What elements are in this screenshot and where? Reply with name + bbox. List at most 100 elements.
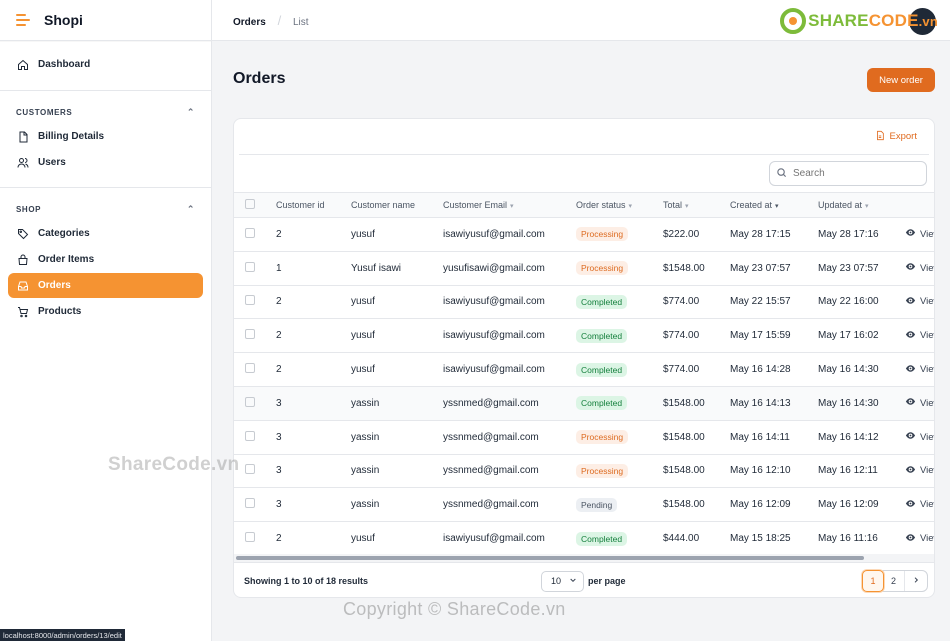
cell-updated-at: May 16 14:12	[818, 431, 879, 443]
view-button[interactable]: View	[905, 363, 934, 377]
table-row[interactable]: 3 yassin yssnmed@gmail.com Processing $1548.…	[234, 420, 934, 455]
column-header-order-status[interactable]: Order status ▾	[576, 193, 663, 218]
breadcrumb-orders-link[interactable]: Orders	[233, 17, 266, 28]
page-button-1[interactable]: 1	[862, 570, 884, 592]
view-button[interactable]: View	[905, 227, 934, 241]
cell-customer-id: 2	[276, 228, 282, 240]
row-checkbox[interactable]	[245, 227, 255, 238]
group-shop-header[interactable]: SHOP ⌃	[8, 197, 203, 221]
column-header-created-at[interactable]: Created at ▾	[730, 193, 818, 218]
sidebar-item-label: Order Items	[38, 254, 95, 265]
breadcrumb: Orders / List	[233, 13, 309, 28]
sidebar-item-products[interactable]: Products	[8, 299, 203, 324]
row-checkbox[interactable]	[245, 363, 255, 374]
export-label: Export	[889, 131, 917, 142]
cell-customer-name: yusuf	[351, 228, 375, 240]
pagination: 1 2	[862, 570, 928, 592]
column-header-updated-at[interactable]: Updated at ▾	[818, 193, 905, 218]
sidebar-item-users[interactable]: Users	[8, 150, 203, 175]
table-row[interactable]: 2 yusuf isawiyusuf@gmail.com Completed $774.…	[234, 353, 934, 387]
table-row[interactable]: 1 Yusuf isawi yusufisawi@gmail.com Processi…	[234, 251, 934, 286]
horizontal-scrollbar[interactable]	[234, 554, 934, 562]
row-checkbox[interactable]	[245, 464, 255, 475]
view-button[interactable]: View	[905, 295, 934, 309]
search-icon	[776, 167, 787, 181]
cell-customer-name: yusuf	[351, 533, 375, 545]
users-icon	[16, 156, 29, 169]
status-badge: Completed	[576, 328, 628, 343]
eye-icon	[905, 363, 916, 377]
cell-customer-id: 2	[276, 330, 282, 342]
row-checkbox[interactable]	[245, 430, 255, 441]
per-page-value: 10	[551, 576, 562, 586]
sidebar: Shopi Dashboard CUSTOMERS ⌃ Billing Deta…	[0, 0, 212, 641]
app-title[interactable]: Shopi	[44, 12, 83, 28]
next-page-button[interactable]	[905, 571, 927, 591]
eye-icon	[905, 396, 916, 410]
chevron-right-icon	[912, 576, 920, 586]
cell-created-at: May 16 12:10	[730, 465, 791, 477]
sidebar-item-billing-details[interactable]: Billing Details	[8, 124, 203, 149]
table-row[interactable]: 2 yusuf isawiyusuf@gmail.com Processing $222…	[234, 218, 934, 252]
group-label: CUSTOMERS	[16, 107, 73, 117]
group-customers-header[interactable]: CUSTOMERS ⌃	[8, 100, 203, 124]
collapse-menu-icon[interactable]	[16, 14, 30, 26]
cell-customer-email: yssnmed@gmail.com	[443, 397, 539, 409]
cell-total: $1548.00	[663, 397, 705, 409]
row-checkbox[interactable]	[245, 532, 255, 543]
row-checkbox[interactable]	[245, 329, 255, 340]
sort-icon: ▾	[510, 203, 514, 210]
search-input[interactable]	[793, 168, 913, 179]
sidebar-item-label: Users	[38, 157, 66, 168]
cell-customer-email: isawiyusuf@gmail.com	[443, 533, 545, 545]
cell-customer-id: 2	[276, 296, 282, 308]
per-page-select[interactable]: 10	[541, 570, 584, 592]
new-order-button[interactable]: New order	[867, 68, 935, 92]
row-checkbox[interactable]	[245, 396, 255, 407]
table-row[interactable]: 3 yassin yssnmed@gmail.com Pending $1548.00 M…	[234, 488, 934, 522]
page-button-2[interactable]: 2	[883, 571, 905, 591]
watermark-logo-text-a: SHARE	[808, 11, 869, 30]
view-button[interactable]: View	[905, 261, 934, 275]
cell-customer-name: yusuf	[351, 364, 375, 376]
table-row[interactable]: 2 yusuf isawiyusuf@gmail.com Completed $444.…	[234, 522, 934, 556]
chevron-down-icon	[569, 576, 577, 586]
cell-customer-name: yusuf	[351, 296, 375, 308]
orders-table-card: Export Customer id Customer name Custome…	[233, 118, 935, 598]
sidebar-item-categories[interactable]: Categories	[8, 221, 203, 246]
cell-updated-at: May 22 16:00	[818, 296, 879, 308]
breadcrumb-separator: /	[277, 12, 282, 28]
table-footer: Showing 1 to 10 of 18 results 10 per pag…	[234, 562, 934, 597]
sidebar-item-dashboard[interactable]: Dashboard	[8, 52, 203, 77]
view-button[interactable]: View	[905, 532, 934, 546]
row-checkbox[interactable]	[245, 261, 255, 272]
table-row[interactable]: 3 yassin yssnmed@gmail.com Processing $1548.…	[234, 454, 934, 488]
table-row[interactable]: 2 yusuf isawiyusuf@gmail.com Completed $774.…	[234, 319, 934, 353]
row-checkbox[interactable]	[245, 498, 255, 509]
browser-status-url: localhost:8000/admin/orders/13/edit	[0, 629, 125, 641]
table-row[interactable]: 3 yassin yssnmed@gmail.com Completed $1548.0…	[234, 386, 934, 421]
column-header-customer-name[interactable]: Customer name	[351, 193, 443, 218]
scrollbar-thumb[interactable]	[236, 556, 864, 560]
column-header-customer-email[interactable]: Customer Email ▾	[443, 193, 576, 218]
status-badge: Processing	[576, 430, 629, 445]
column-header-total[interactable]: Total ▾	[663, 193, 730, 218]
table-row[interactable]: 2 yusuf isawiyusuf@gmail.com Completed $774.…	[234, 285, 934, 319]
cell-customer-email: yssnmed@gmail.com	[443, 465, 539, 477]
view-button[interactable]: View	[905, 430, 934, 444]
row-checkbox[interactable]	[245, 295, 255, 306]
sidebar-item-label: Products	[38, 306, 82, 317]
column-header-customer-id[interactable]: Customer id	[276, 193, 351, 218]
export-button[interactable]: Export	[875, 130, 917, 144]
sidebar-item-order-items[interactable]: Order Items	[8, 247, 203, 272]
cell-total: $1548.00	[663, 465, 705, 477]
sidebar-item-orders[interactable]: Orders	[8, 273, 203, 298]
view-button[interactable]: View	[905, 329, 934, 343]
cell-customer-name: yusuf	[351, 330, 375, 342]
view-button[interactable]: View	[905, 396, 934, 410]
view-button[interactable]: View	[905, 498, 934, 512]
search-box[interactable]	[769, 161, 927, 186]
select-all-checkbox[interactable]	[245, 199, 255, 209]
eye-icon	[905, 295, 916, 309]
view-button[interactable]: View	[905, 464, 934, 478]
